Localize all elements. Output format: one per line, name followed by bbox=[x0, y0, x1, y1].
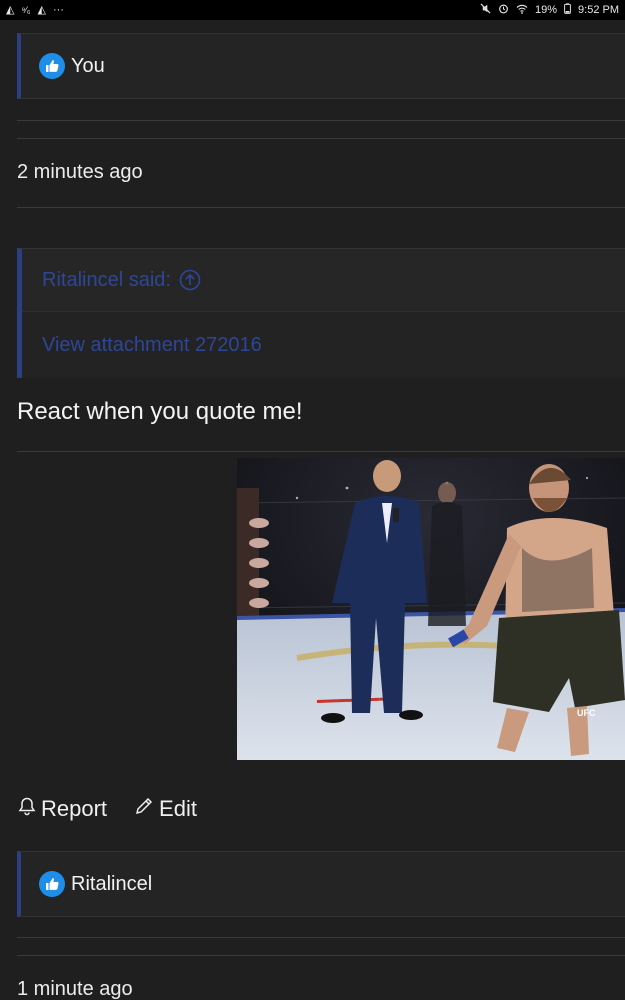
edit-label: Edit bbox=[159, 796, 197, 821]
divider bbox=[17, 955, 625, 956]
reaction-user[interactable]: Ritalincel bbox=[71, 873, 152, 896]
status-bar: ◭ ⁹⁄₆ ◭ ··· 19% 9:52 PM bbox=[0, 0, 625, 20]
attached-gif-image[interactable]: ▬▬▬▬▬ ▬▬▬ UFC bbox=[237, 458, 625, 760]
quote-author[interactable]: Ritalincel said: bbox=[42, 269, 171, 292]
reaction-list[interactable]: You bbox=[17, 33, 625, 99]
report-button[interactable]: Report bbox=[17, 795, 107, 823]
status-left: ◭ ⁹⁄₆ ◭ ··· bbox=[6, 3, 64, 16]
divider bbox=[17, 451, 625, 452]
divider bbox=[17, 207, 625, 208]
quote-block: Ritalincel said: View attachment 272016 bbox=[17, 248, 625, 378]
image-icon: ◭ bbox=[37, 3, 46, 16]
thumbs-up-icon bbox=[39, 871, 65, 897]
divider bbox=[17, 937, 625, 938]
pencil-icon bbox=[133, 795, 155, 823]
quote-header[interactable]: Ritalincel said: bbox=[22, 249, 625, 312]
mute-icon bbox=[480, 3, 491, 17]
post-text: React when you quote me! bbox=[17, 398, 303, 425]
reaction-user[interactable]: You bbox=[71, 55, 105, 78]
svg-text:UFC: UFC bbox=[577, 708, 596, 718]
clock: 9:52 PM bbox=[578, 4, 619, 16]
image-icon: ◭ bbox=[6, 3, 15, 16]
signal-icon: ⁹⁄₆ bbox=[21, 4, 31, 15]
arrow-up-circle-icon[interactable] bbox=[179, 269, 201, 291]
bell-icon bbox=[17, 796, 37, 822]
post-timestamp[interactable]: 2 minutes ago bbox=[17, 161, 143, 184]
divider bbox=[17, 120, 625, 121]
battery-percent: 19% bbox=[535, 4, 558, 16]
status-right: 19% 9:52 PM bbox=[480, 3, 619, 17]
thumbs-up-icon bbox=[39, 53, 65, 79]
more-icon: ··· bbox=[52, 3, 64, 16]
quote-attachment-link[interactable]: View attachment 272016 bbox=[22, 312, 625, 378]
reaction-list[interactable]: Ritalincel bbox=[17, 851, 625, 917]
report-label: Report bbox=[41, 796, 108, 821]
edit-button[interactable]: Edit bbox=[133, 795, 197, 823]
next-post-timestamp[interactable]: 1 minute ago bbox=[17, 978, 133, 1000]
battery-icon bbox=[564, 3, 571, 17]
post-actions: Report Edit bbox=[17, 795, 197, 823]
alarm-icon bbox=[498, 3, 509, 17]
divider bbox=[17, 138, 625, 139]
wifi-icon bbox=[516, 4, 528, 17]
